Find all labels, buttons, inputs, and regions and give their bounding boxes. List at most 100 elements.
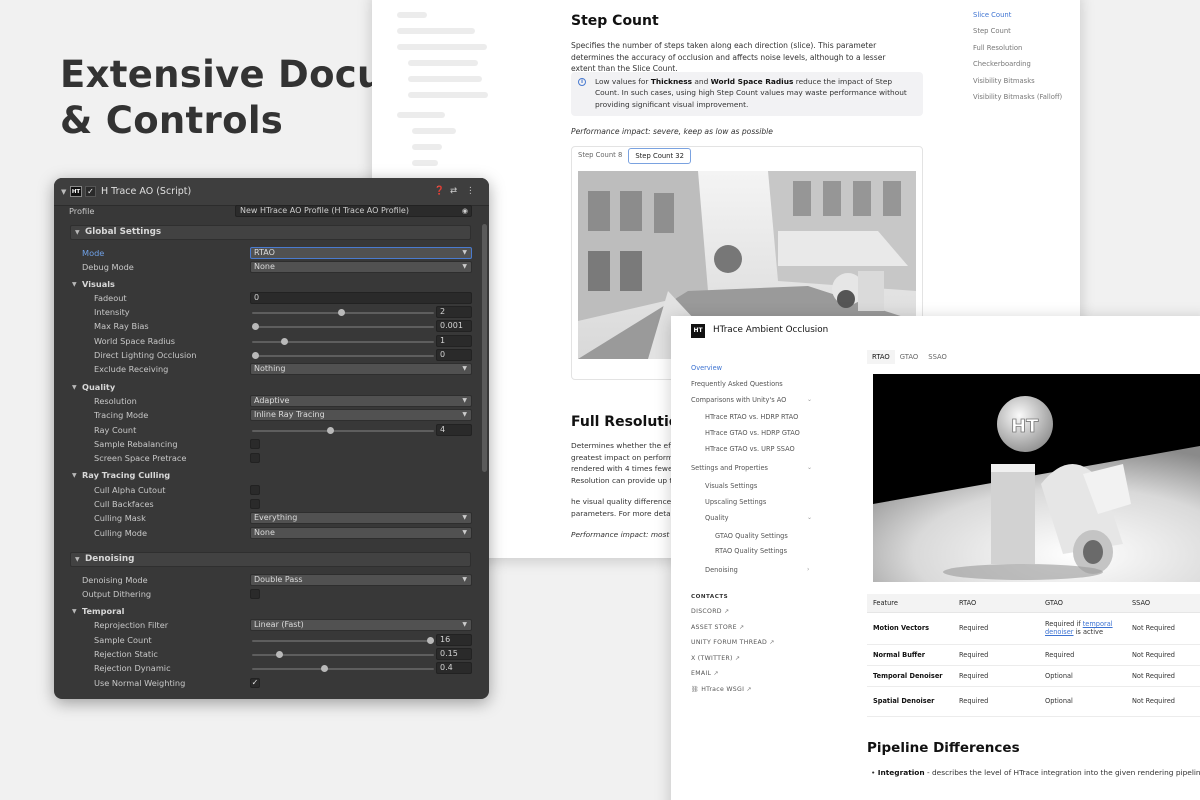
nav-cmp-gtao-hdrp[interactable]: HTrace GTAO vs. HDRP GTAO: [705, 429, 800, 437]
contact-discord[interactable]: DISCORD ↗: [691, 608, 729, 615]
max-ray-bias-slider-knob[interactable]: [252, 323, 260, 330]
rejection-static-field[interactable]: 0.15: [436, 648, 472, 660]
max-ray-bias-slider-track[interactable]: [252, 326, 434, 328]
ray-count-field[interactable]: 4: [436, 424, 472, 436]
nav-cmp-rtao[interactable]: HTrace RTAO vs. HDRP RTAO: [705, 413, 798, 421]
temporal-foldout[interactable]: ▼ Temporal: [54, 605, 489, 618]
contact-asset-store[interactable]: ASSET STORE ↗: [691, 624, 744, 631]
site-logo[interactable]: HT: [691, 324, 705, 338]
more-menu-icon[interactable]: ⋮: [466, 186, 475, 196]
sample-count-slider-knob[interactable]: [426, 637, 434, 644]
debug-mode-row: Debug Mode None ▼: [54, 261, 489, 274]
sample-count-field[interactable]: 16: [436, 634, 472, 646]
fold-arrow-icon[interactable]: ▼: [61, 188, 66, 196]
use-normal-weighting-checkbox[interactable]: ✓: [250, 678, 260, 688]
screen-space-pretrace-checkbox[interactable]: [250, 453, 260, 463]
output-dithering-checkbox[interactable]: [250, 589, 260, 599]
help-icon[interactable]: ❓: [434, 186, 445, 196]
cull-backfaces-checkbox[interactable]: [250, 499, 260, 509]
toc-visibility-bitmasks-falloff[interactable]: Visibility Bitmasks (Falloff): [973, 93, 1062, 109]
direct-lighting-occlusion-slider-track[interactable]: [252, 355, 434, 357]
direct-lighting-occlusion-field[interactable]: 0: [436, 349, 472, 361]
culling-mode-row: Culling Mode None ▼: [54, 527, 489, 540]
direct-lighting-occlusion-slider-knob[interactable]: [252, 352, 260, 359]
sample-count-slider-track[interactable]: [252, 640, 434, 642]
toc-slice-count[interactable]: Slice Count: [973, 11, 1062, 27]
tracing-mode-dropdown[interactable]: Inline Ray Tracing ▼: [250, 409, 472, 421]
contact-twitter[interactable]: X (TWITTER) ↗: [691, 655, 740, 662]
world-space-radius-slider-knob[interactable]: [281, 338, 289, 345]
tab-ssao[interactable]: SSAO: [923, 350, 952, 364]
intensity-field[interactable]: 2: [436, 306, 472, 318]
nav-denoising[interactable]: Denoising: [705, 566, 738, 574]
nav-comparisons[interactable]: Comparisons with Unity's AO: [691, 396, 786, 404]
mode-dropdown[interactable]: RTAO ▼: [250, 247, 472, 259]
debug-mode-dropdown[interactable]: None ▼: [250, 261, 472, 273]
exclude-receiving-dropdown[interactable]: Nothing ▼: [250, 363, 472, 375]
fadeout-field[interactable]: 0: [250, 292, 472, 304]
nav-overview[interactable]: Overview: [691, 364, 722, 372]
reprojection-filter-dropdown[interactable]: Linear (Fast) ▼: [250, 619, 472, 631]
site-title[interactable]: HTrace Ambient Occlusion: [713, 325, 828, 335]
screen-space-pretrace-label: Screen Space Pretrace: [94, 453, 187, 463]
rejection-static-slider-knob[interactable]: [275, 651, 283, 658]
cull-alpha-cutout-checkbox[interactable]: [250, 485, 260, 495]
fold-arrow-icon: ▼: [72, 472, 77, 479]
culling-mode-dropdown[interactable]: None ▼: [250, 527, 472, 539]
nav-quality[interactable]: Quality: [705, 514, 729, 522]
nav-cmp-gtao-urp[interactable]: HTrace GTAO vs. URP SSAO: [705, 445, 795, 453]
chevron-down-icon[interactable]: ⌄: [807, 514, 812, 521]
ray-tracing-culling-foldout[interactable]: ▼ Ray Tracing Culling: [54, 469, 489, 482]
nav-faq[interactable]: Frequently Asked Questions: [691, 380, 783, 388]
ray-count-slider-track[interactable]: [252, 430, 434, 432]
tab-step-count-32[interactable]: Step Count 32: [628, 148, 691, 164]
sample-rebalancing-checkbox[interactable]: [250, 439, 260, 449]
component-enabled-checkbox[interactable]: ✓: [85, 186, 96, 197]
culling-mask-dropdown[interactable]: Everything ▼: [250, 512, 472, 524]
tab-rtao[interactable]: RTAO: [867, 350, 895, 364]
section-denoising[interactable]: ▼ Denoising: [70, 552, 471, 567]
nav-gtao-quality[interactable]: GTAO Quality Settings: [715, 532, 788, 540]
ray-count-slider-knob[interactable]: [326, 427, 334, 434]
link-icon: ⛓: [691, 686, 699, 693]
nav-upscaling-settings[interactable]: Upscaling Settings: [705, 498, 766, 506]
chevron-right-icon[interactable]: ›: [807, 566, 809, 573]
visuals-foldout[interactable]: ▼ Visuals: [54, 278, 489, 291]
tab-gtao[interactable]: GTAO: [895, 350, 924, 364]
quality-foldout[interactable]: ▼ Quality: [54, 381, 489, 394]
chevron-down-icon[interactable]: ⌄: [807, 396, 812, 403]
object-picker-icon[interactable]: ◉: [462, 206, 468, 216]
preset-icon[interactable]: ⇄: [450, 186, 457, 196]
section-global-settings[interactable]: ▼ Global Settings: [70, 225, 471, 240]
toc-full-resolution[interactable]: Full Resolution: [973, 44, 1062, 60]
inspector-scrollbar[interactable]: [482, 224, 487, 472]
performance-note-2: Performance impact: most se: [571, 530, 681, 539]
resolution-label: Resolution: [94, 396, 137, 406]
tab-step-count-8[interactable]: Step Count 8: [572, 147, 628, 165]
table-row: Normal Buffer Required Required Not Requ…: [867, 644, 1200, 666]
output-dithering-label: Output Dithering: [82, 589, 152, 599]
max-ray-bias-field[interactable]: 0.001: [436, 320, 472, 332]
nav-rtao-quality[interactable]: RTAO Quality Settings: [715, 547, 787, 555]
rejection-dynamic-slider-knob[interactable]: [321, 665, 329, 672]
intensity-slider-knob[interactable]: [337, 309, 345, 316]
nav-visuals-settings[interactable]: Visuals Settings: [705, 482, 757, 490]
intensity-row: Intensity 2: [54, 306, 489, 319]
rejection-dynamic-field[interactable]: 0.4: [436, 662, 472, 674]
toc-checkerboarding[interactable]: Checkerboarding: [973, 60, 1062, 76]
component-header[interactable]: ▼ HT ✓ H Trace AO (Script) ❓ ⇄ ⋮: [54, 178, 489, 206]
contact-forum-thread[interactable]: UNITY FORUM THREAD ↗: [691, 639, 775, 646]
rejection-dynamic-slider-track[interactable]: [252, 668, 434, 670]
denoising-mode-dropdown[interactable]: Double Pass ▼: [250, 574, 472, 586]
contact-wsgi[interactable]: ⛓ HTrace WSGI ↗: [691, 686, 752, 693]
info-callout: i Low values for Thickness and World Spa…: [571, 72, 923, 116]
resolution-dropdown[interactable]: Adaptive ▼: [250, 395, 472, 407]
toc-step-count[interactable]: Step Count: [973, 27, 1062, 43]
toc-visibility-bitmasks[interactable]: Visibility Bitmasks: [973, 77, 1062, 93]
world-space-radius-field[interactable]: 1: [436, 335, 472, 347]
profile-object-field[interactable]: New HTrace AO Profile (H Trace AO Profil…: [235, 205, 472, 217]
contact-email[interactable]: EMAIL ↗: [691, 670, 719, 677]
nav-settings[interactable]: Settings and Properties: [691, 464, 768, 472]
chevron-down-icon[interactable]: ⌄: [807, 464, 812, 471]
world-space-radius-slider-track[interactable]: [252, 341, 434, 343]
